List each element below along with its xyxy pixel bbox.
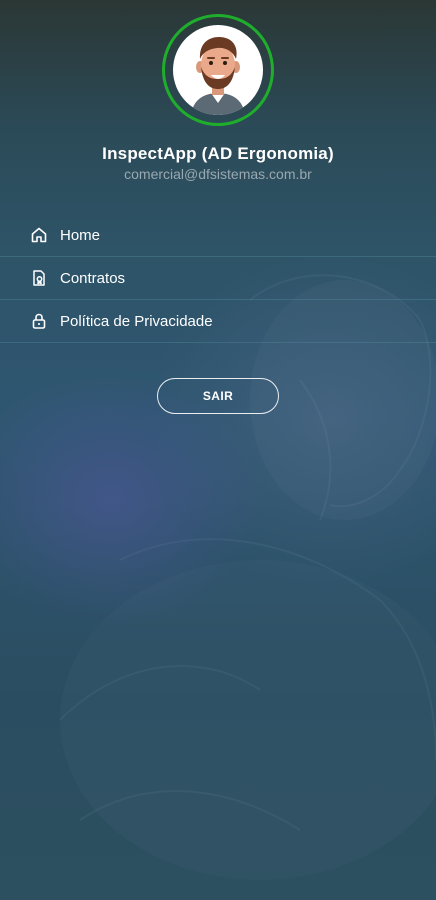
- profile-header: InspectApp (AD Ergonomia) comercial@dfsi…: [0, 14, 436, 182]
- avatar-ring[interactable]: [162, 14, 274, 126]
- menu-item-home[interactable]: Home: [0, 214, 436, 257]
- menu-item-label: Contratos: [60, 269, 126, 287]
- menu-item-privacy-policy[interactable]: Política de Privacidade: [0, 300, 436, 343]
- document-icon: [30, 269, 48, 287]
- logout-button[interactable]: SAIR: [157, 378, 279, 414]
- cartoon-man-avatar-icon: [191, 37, 245, 115]
- side-drawer: InspectApp (AD Ergonomia) comercial@dfsi…: [0, 0, 436, 900]
- user-name: InspectApp (AD Ergonomia): [102, 144, 334, 163]
- home-icon: [30, 226, 48, 244]
- menu-item-label: Política de Privacidade: [60, 312, 213, 330]
- menu-item-label: Home: [60, 226, 101, 244]
- logout-container: SAIR: [0, 378, 436, 414]
- menu-item-contratos[interactable]: Contratos: [0, 257, 436, 300]
- drawer-menu: Home Contratos Política de Privacidade: [0, 214, 436, 343]
- user-email: comercial@dfsistemas.com.br: [124, 166, 312, 182]
- avatar: [173, 25, 263, 115]
- lock-icon: [30, 312, 48, 330]
